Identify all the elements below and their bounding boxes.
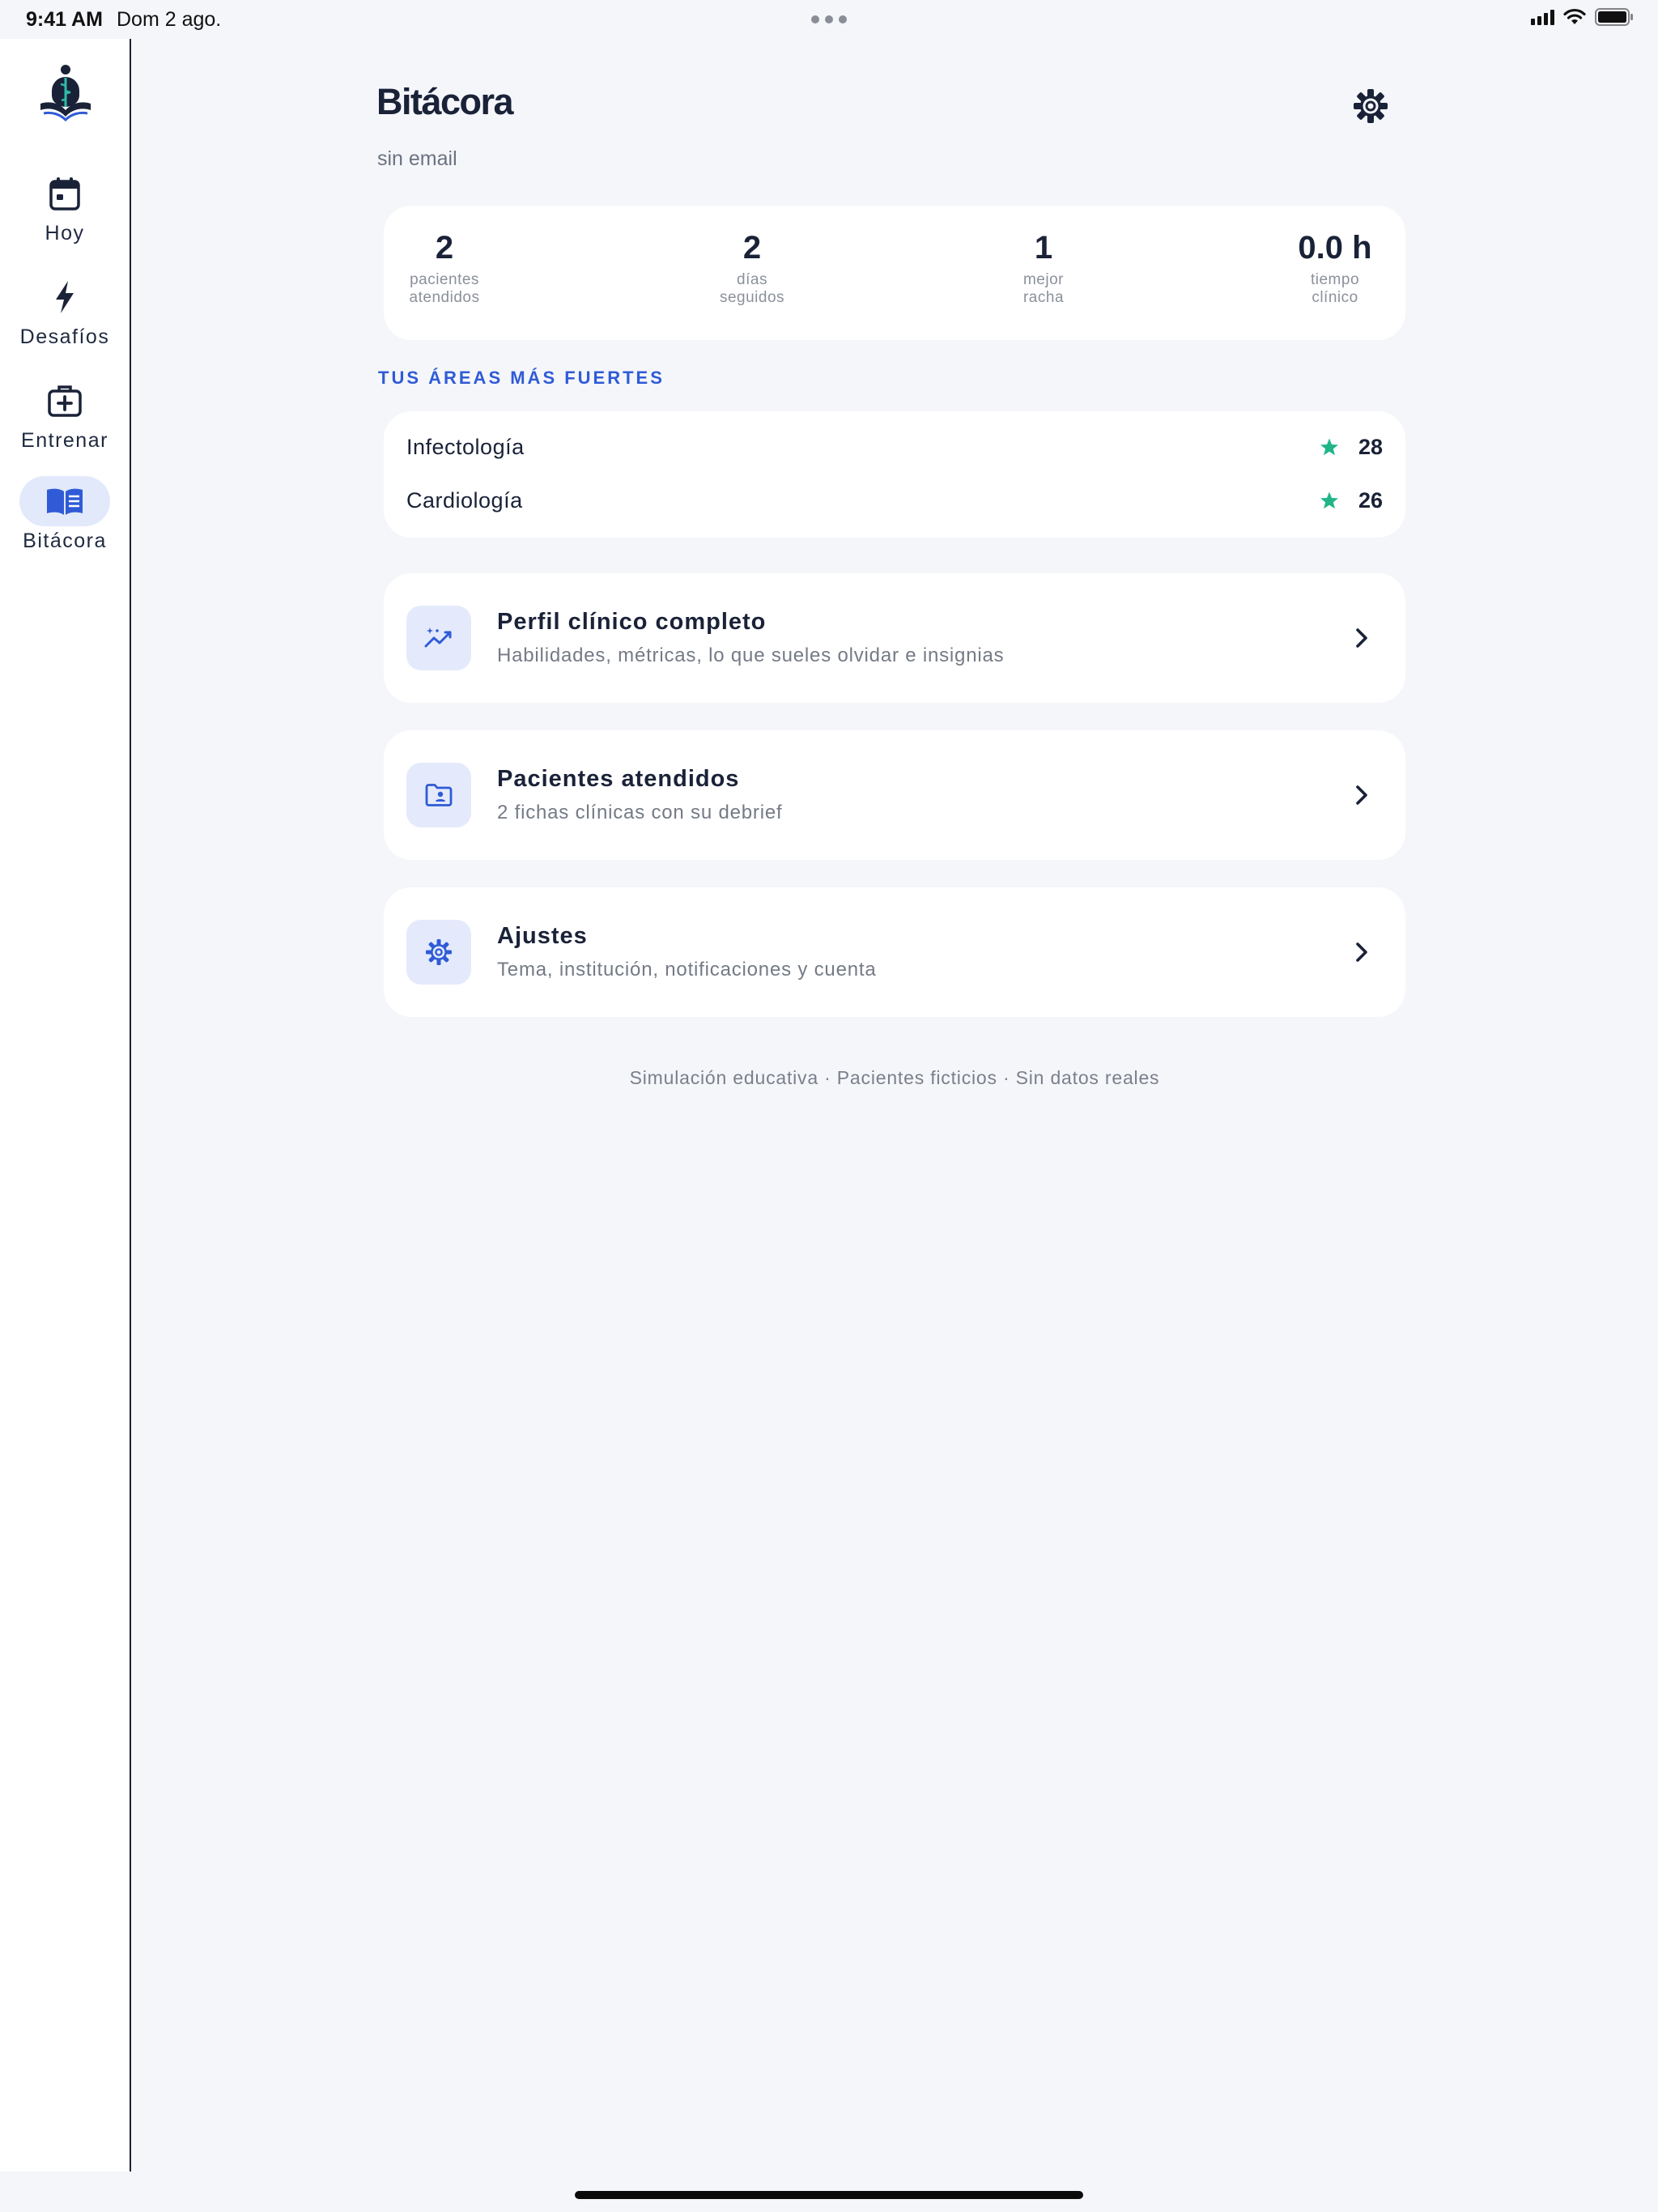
stat-streak-days: 2 días seguidos: [691, 230, 813, 307]
stat-label: pacientes atendidos: [409, 271, 480, 306]
area-score-value: 26: [1358, 487, 1383, 513]
link-subtitle: 2 fichas clínicas con su debrief: [497, 802, 783, 823]
battery-icon: [1595, 8, 1633, 26]
settings-link[interactable]: Ajustes Tema, institución, notificacione…: [384, 887, 1405, 1017]
book-icon: [19, 476, 110, 526]
stat-value: 2: [435, 230, 454, 266]
cellular-signal-icon: [1531, 9, 1554, 25]
stat-patients: 2 pacientes atendidos: [384, 230, 505, 307]
sidebar: Hoy Desafíos Entrenar Bitácora: [0, 39, 131, 2172]
home-indicator[interactable]: [575, 2191, 1083, 2199]
medkit-icon: [34, 376, 96, 426]
calendar-icon: [34, 168, 96, 219]
patients-attended-link[interactable]: Pacientes atendidos 2 fichas clínicas co…: [384, 730, 1405, 860]
area-score-value: 28: [1358, 434, 1383, 459]
status-indicators: [1531, 8, 1634, 26]
stat-label: días seguidos: [719, 271, 785, 306]
status-date: Dom 2 ago.: [117, 8, 222, 31]
star-icon: [1320, 491, 1338, 509]
sidebar-item-bitacora[interactable]: Bitácora: [0, 476, 130, 553]
stat-value: 1: [1034, 230, 1053, 266]
stat-value: 2: [742, 230, 762, 266]
stats-card: 2 pacientes atendidos 2 días seguidos 1 me…: [384, 206, 1405, 340]
gear-icon: [406, 920, 471, 985]
sidebar-item-label: Bitácora: [23, 530, 107, 552]
strong-areas-card: Infectología 28 Cardiología 26: [384, 411, 1405, 538]
link-title: Pacientes atendidos: [497, 766, 740, 792]
trend-sparkle-icon: [406, 606, 471, 670]
chevron-right-icon: [1356, 942, 1367, 962]
page-title: Bitácora: [376, 81, 514, 122]
sidebar-item-label: Hoy: [45, 222, 85, 245]
link-title: Perfil clínico completo: [497, 609, 767, 635]
clinical-profile-link[interactable]: Perfil clínico completo Habilidades, mét…: [384, 573, 1405, 703]
status-time: 9:41 AM: [26, 8, 103, 31]
area-name: Infectología: [406, 434, 525, 459]
wifi-icon: [1563, 8, 1586, 24]
link-title: Ajustes: [497, 923, 588, 949]
stat-clinical-time: 0.0 h tiempo clínico: [1266, 230, 1404, 307]
settings-gear-icon[interactable]: [1352, 87, 1389, 125]
stat-value: 0.0 h: [1298, 230, 1372, 266]
link-subtitle: Habilidades, métricas, lo que sueles olv…: [497, 644, 1005, 666]
sidebar-item-hoy[interactable]: Hoy: [0, 168, 130, 245]
disclaimer-note: Simulación educativa · Pacientes fictici…: [629, 1067, 1160, 1088]
app-logo-icon: [40, 65, 91, 122]
area-row: Cardiología 26: [406, 484, 1383, 517]
strong-areas-heading: TUS ÁREAS MÁS FUERTES: [378, 368, 665, 388]
star-icon: [1320, 438, 1338, 456]
sidebar-item-desafios[interactable]: Desafíos: [0, 272, 130, 349]
patient-folder-icon: [406, 763, 471, 827]
area-score: 28: [1320, 435, 1383, 460]
status-bar: 9:41 AM Dom 2 ago.: [0, 0, 1658, 39]
stat-label: mejor racha: [1022, 271, 1065, 306]
sidebar-item-entrenar[interactable]: Entrenar: [0, 376, 130, 453]
chevron-right-icon: [1356, 628, 1367, 648]
bolt-icon: [34, 272, 96, 322]
multitasking-dots-icon[interactable]: [811, 15, 847, 23]
chevron-right-icon: [1356, 785, 1367, 805]
sidebar-item-label: Desafíos: [19, 325, 110, 348]
link-subtitle: Tema, institución, notificaciones y cuen…: [497, 959, 877, 981]
stat-best-streak: 1 mejor racha: [983, 230, 1104, 307]
sidebar-item-label: Entrenar: [21, 429, 108, 452]
area-name: Cardiología: [406, 487, 523, 513]
stat-label: tiempo clínico: [1310, 271, 1360, 306]
user-email: sin email: [377, 147, 457, 170]
area-row: Infectología 28: [406, 431, 1383, 463]
area-score: 26: [1320, 488, 1383, 513]
